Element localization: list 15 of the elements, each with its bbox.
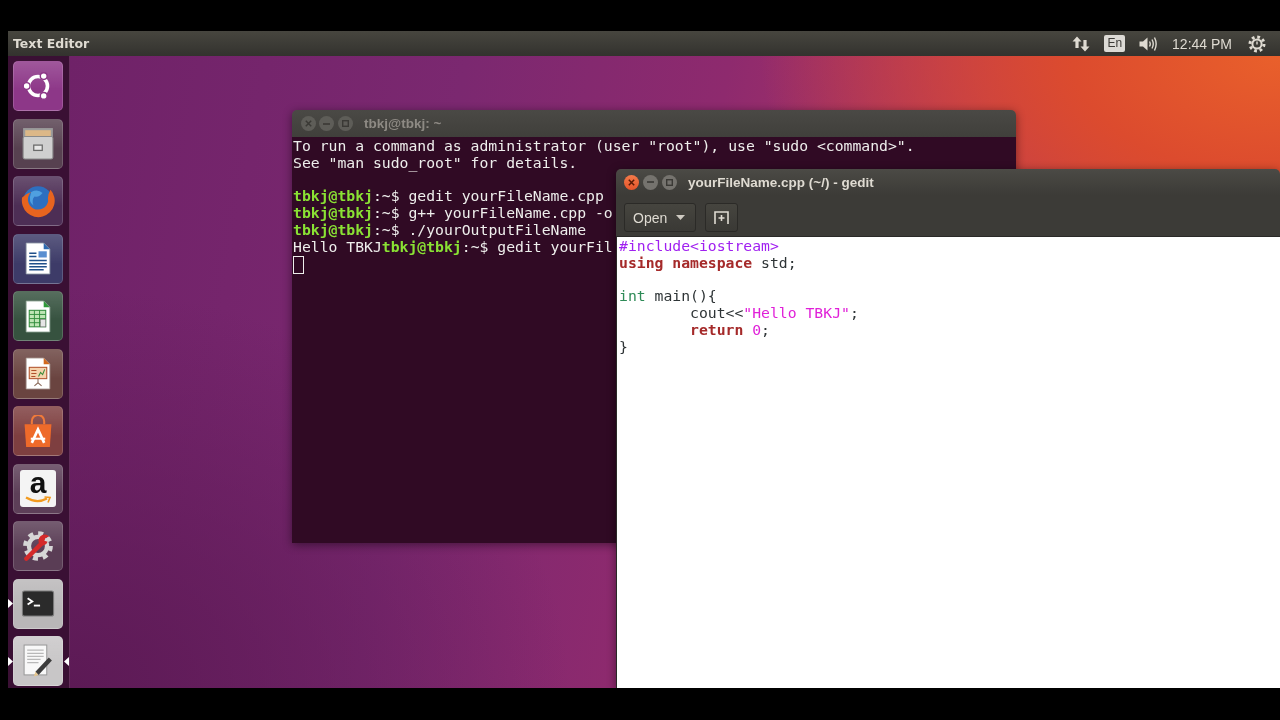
terminal-line: Hello TBKJtbkj@tbkj:~$ gedit yourFil (293, 238, 613, 256)
code-line: int main(){ (619, 288, 717, 306)
code-line: using namespace std; (619, 254, 797, 272)
code-line: #include<iostream> (619, 238, 779, 255)
terminal-line: tbkj@tbkj:~$ g++ yourFileName.cpp -o (293, 205, 613, 222)
code-line: return 0; (689, 322, 770, 339)
terminal-line: tbkj@tbkj:~$ ./yourOutputFileName (293, 222, 587, 239)
terminal-line: To run a command as administrator (user "root"), use "sudo <command>". (293, 138, 915, 155)
app-title: Text Editor (13, 36, 90, 51)
code-line: } (619, 338, 628, 356)
window-title: yourFileName.cpp (~/) - gedit (688, 174, 874, 190)
terminal-line: See "man sudo_root" for details. (293, 154, 578, 172)
window-title: tbkj@tbkj: ~ (364, 116, 442, 131)
code-line: cout<<"Hello TBKJ"; (689, 305, 859, 322)
terminal-line: tbkj@tbkj:~$ gedit yourFileName.cpp (293, 188, 604, 206)
